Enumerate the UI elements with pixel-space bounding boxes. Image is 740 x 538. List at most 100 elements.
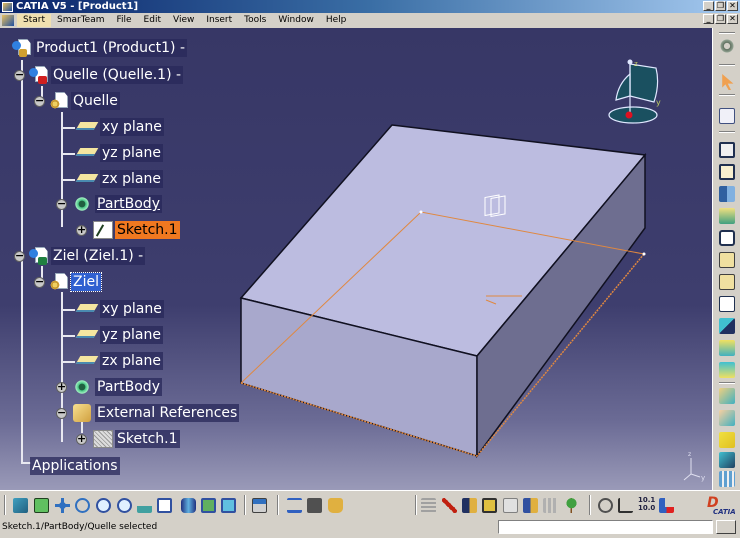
save-icon[interactable]	[482, 498, 497, 513]
close-button[interactable]: ✕	[727, 1, 738, 11]
tree-label[interactable]: Sketch.1	[115, 430, 180, 448]
tree-label[interactable]: PartBody	[95, 195, 162, 213]
tree-node-yz-plane[interactable]: yz plane	[75, 325, 163, 345]
product-icon[interactable]	[719, 208, 735, 224]
angle-icon[interactable]	[719, 432, 735, 448]
tree-label[interactable]: Ziel	[70, 272, 102, 292]
catalog-browser-icon[interactable]	[543, 498, 558, 513]
measure-between-icon[interactable]	[287, 498, 302, 513]
view-select-icon[interactable]	[157, 498, 172, 513]
zoom-in-icon[interactable]	[96, 498, 111, 513]
tree-label[interactable]: xy plane	[100, 300, 164, 318]
tree-label[interactable]: xy plane	[100, 118, 164, 136]
constraint-icon[interactable]	[659, 498, 674, 513]
constraint-icon[interactable]	[719, 362, 735, 378]
explode-icon[interactable]	[719, 318, 735, 334]
menu-smarteam[interactable]: SmarTeam	[51, 14, 110, 27]
normal-view-icon[interactable]	[137, 498, 152, 513]
menu-help[interactable]: Help	[320, 14, 353, 27]
axis-system-icon[interactable]	[618, 498, 633, 513]
tree-label[interactable]: zx plane	[100, 170, 163, 188]
tree-label[interactable]: Product1 (Product1) -	[34, 39, 188, 57]
swap-visible-icon[interactable]	[221, 498, 236, 513]
analysis-icon[interactable]	[462, 498, 477, 513]
tree-label[interactable]: External References	[95, 404, 240, 422]
measure-inertia-icon[interactable]	[328, 498, 343, 513]
expand-icon[interactable]: +	[56, 381, 67, 393]
clash-icon[interactable]	[719, 340, 735, 356]
doc-restore-button[interactable]: ❐	[715, 14, 726, 24]
tree-node-ziel-part[interactable]: − Ziel	[34, 272, 102, 292]
tree-node-product1[interactable]: Product1 (Product1) -	[12, 38, 188, 58]
tree-node-zx-plane[interactable]: zx plane	[75, 169, 163, 189]
command-input-button[interactable]	[716, 520, 736, 534]
swivel-icon[interactable]	[598, 498, 613, 513]
tree-node-quelle-part[interactable]: − Quelle	[34, 91, 120, 111]
select-icon[interactable]	[722, 74, 734, 90]
restore-button[interactable]: ❐	[715, 1, 726, 11]
help-icon[interactable]	[523, 498, 538, 513]
tree-label[interactable]: Quelle	[71, 92, 120, 110]
tree-node-xy-plane[interactable]: xy plane	[75, 117, 164, 137]
sketcher-icon[interactable]	[719, 108, 735, 124]
rotate-icon[interactable]	[75, 498, 90, 513]
copy-icon[interactable]	[503, 498, 518, 513]
numeric-display-icon[interactable]: 10.1 10.0	[638, 496, 655, 512]
tree-label[interactable]: PartBody	[95, 378, 162, 396]
minimize-button[interactable]: _	[703, 1, 714, 11]
tree-node-xy-plane[interactable]: xy plane	[75, 299, 164, 319]
tree-label[interactable]: Ziel (Ziel.1) -	[51, 247, 146, 265]
settings-icon[interactable]	[719, 38, 735, 54]
reorder-icon[interactable]	[719, 252, 735, 268]
tree-label[interactable]: Quelle (Quelle.1) -	[51, 66, 184, 84]
tree-node-yz-plane[interactable]: yz plane	[75, 143, 163, 163]
tree-node-applications[interactable]: Applications	[30, 456, 120, 476]
zoom-out-icon[interactable]	[117, 498, 132, 513]
snap-icon[interactable]	[719, 296, 735, 312]
tree-icon[interactable]	[564, 498, 579, 513]
render-style-icon[interactable]	[181, 498, 196, 513]
component-icon[interactable]	[719, 164, 735, 180]
tree-label[interactable]: yz plane	[100, 144, 163, 162]
menu-file[interactable]: File	[110, 14, 137, 27]
hide-show-icon[interactable]	[201, 498, 216, 513]
tree-label[interactable]: Sketch.1	[115, 221, 180, 239]
collapse-icon[interactable]: −	[14, 250, 25, 262]
tree-node-external-references[interactable]: − External References	[56, 403, 240, 423]
tree-node-sketch1-quelle[interactable]: + Sketch.1	[76, 220, 180, 240]
tree-node-ziel-component[interactable]: − Ziel (Ziel.1) -	[14, 246, 146, 266]
hammer-icon[interactable]	[442, 498, 457, 513]
catalog-icon[interactable]	[421, 498, 436, 513]
catalog-icon[interactable]	[719, 471, 735, 487]
fit-all-icon[interactable]	[34, 498, 49, 513]
fix-icon[interactable]	[719, 452, 735, 468]
pan-icon[interactable]	[55, 498, 70, 513]
document-icon[interactable]	[2, 14, 14, 26]
replace-icon[interactable]	[719, 230, 735, 246]
menu-tools[interactable]: Tools	[238, 14, 272, 27]
doc-close-button[interactable]: ✕	[727, 14, 738, 24]
offset-icon[interactable]	[719, 410, 735, 426]
3d-viewport[interactable]: z y z y Product1 (Product1) - − Quelle (…	[0, 28, 712, 490]
update-icon[interactable]	[252, 498, 267, 513]
collapse-icon[interactable]: −	[34, 95, 45, 107]
command-input[interactable]	[498, 520, 713, 534]
tree-node-partbody[interactable]: + PartBody	[56, 377, 162, 397]
tree-label[interactable]: yz plane	[100, 326, 163, 344]
expand-icon[interactable]: +	[76, 433, 87, 445]
collapse-icon[interactable]: −	[56, 198, 67, 210]
doc-minimize-button[interactable]: _	[703, 14, 714, 24]
existing-component-icon[interactable]	[719, 186, 735, 202]
compass-icon[interactable]: z y	[608, 59, 661, 124]
collapse-icon[interactable]: −	[14, 69, 25, 81]
new-part-icon[interactable]	[719, 142, 735, 158]
collapse-icon[interactable]: −	[34, 276, 45, 288]
tree-label[interactable]: Applications	[30, 457, 120, 475]
fly-mode-icon[interactable]	[13, 498, 28, 513]
collapse-icon[interactable]: −	[56, 407, 67, 419]
menu-window[interactable]: Window	[272, 14, 320, 27]
tree-node-sketch1-ziel[interactable]: + Sketch.1	[76, 429, 180, 449]
tree-label[interactable]: zx plane	[100, 352, 163, 370]
expand-icon[interactable]: +	[76, 224, 87, 236]
menu-insert[interactable]: Insert	[200, 14, 238, 27]
